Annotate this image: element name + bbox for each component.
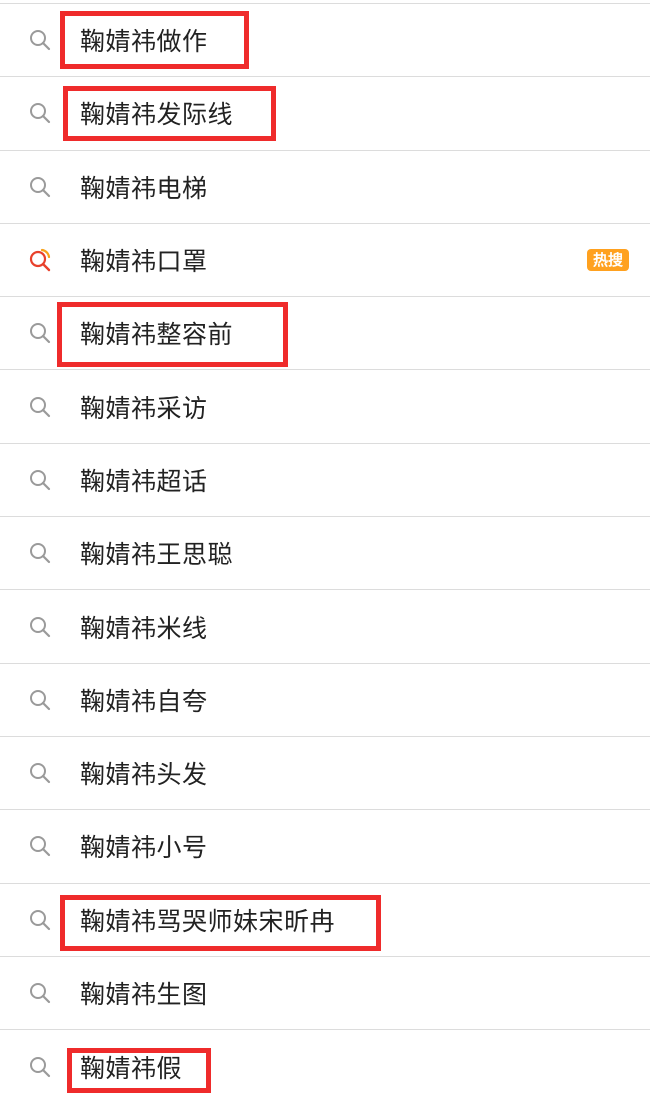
hot-search-badge: 热搜 <box>586 249 629 272</box>
suggestion-item[interactable]: 鞠婧祎假 <box>0 1030 650 1103</box>
search-icon <box>30 836 51 857</box>
suggestion-label: 鞠婧祎发际线 <box>80 100 234 130</box>
suggestion-label: 鞠婧祎小号 <box>80 833 208 863</box>
search-icon <box>30 323 51 344</box>
suggestion-label: 鞠婧祎王思聪 <box>80 540 234 570</box>
search-suggestion-list: 鞠婧祎做作 鞠婧祎发际线 鞠婧祎电梯 鞠婧祎口罩 热搜 鞠婧祎整容前 鞠婧祎采访… <box>0 4 650 1103</box>
suggestion-label: 鞠婧祎自夸 <box>80 686 208 716</box>
search-icon <box>30 689 51 710</box>
suggestion-label: 鞠婧祎超话 <box>80 466 208 496</box>
suggestion-item[interactable]: 鞠婧祎发际线 <box>0 77 650 151</box>
suggestion-item[interactable]: 鞠婧祎超话 <box>0 444 650 518</box>
suggestion-item[interactable]: 鞠婧祎生图 <box>0 957 650 1031</box>
suggestion-label: 鞠婧祎电梯 <box>80 173 208 203</box>
search-icon <box>30 1056 51 1077</box>
suggestion-item[interactable]: 鞠婧祎头发 <box>0 737 650 811</box>
suggestion-label: 鞠婧祎采访 <box>80 393 208 423</box>
suggestion-label: 鞠婧祎生图 <box>80 980 208 1009</box>
suggestion-label: 鞠婧祎做作 <box>80 27 208 57</box>
search-icon <box>30 469 51 491</box>
suggestion-item[interactable]: 鞠婧祎小号 <box>0 810 650 884</box>
suggestion-label: 鞠婧祎口罩 <box>80 247 208 277</box>
suggestion-item[interactable]: 鞠婧祎王思聪 <box>0 517 650 591</box>
suggestion-item[interactable]: 鞠婧祎自夸 <box>0 664 650 737</box>
suggestion-item[interactable]: 鞠婧祎做作 <box>0 4 650 78</box>
suggestion-item[interactable]: 鞠婧祎整容前 <box>0 297 650 371</box>
search-icon <box>30 30 51 51</box>
suggestion-label: 鞠婧祎骂哭师妹宋昕冉 <box>80 906 336 936</box>
suggestion-item[interactable]: 鞠婧祎米线 <box>0 590 650 664</box>
search-icon <box>30 983 51 1004</box>
search-icon <box>30 909 51 930</box>
suggestion-item[interactable]: 鞠婧祎电梯 <box>0 151 650 224</box>
search-icon <box>30 543 51 564</box>
suggestion-item-hot[interactable]: 鞠婧祎口罩 热搜 <box>0 224 650 298</box>
search-icon <box>30 763 51 784</box>
suggestion-label: 鞠婧祎头发 <box>80 760 208 790</box>
suggestion-label: 鞠婧祎整容前 <box>80 320 234 350</box>
hot-search-icon <box>29 248 51 272</box>
search-icon <box>30 616 51 637</box>
suggestion-label: 鞠婧祎米线 <box>80 613 208 643</box>
suggestion-item[interactable]: 鞠婧祎采访 <box>0 370 650 444</box>
search-icon <box>30 103 51 124</box>
suggestion-label: 鞠婧祎假 <box>80 1053 183 1083</box>
search-icon <box>30 176 51 197</box>
search-icon <box>30 396 51 417</box>
suggestion-item[interactable]: 鞠婧祎骂哭师妹宋昕冉 <box>0 884 650 957</box>
